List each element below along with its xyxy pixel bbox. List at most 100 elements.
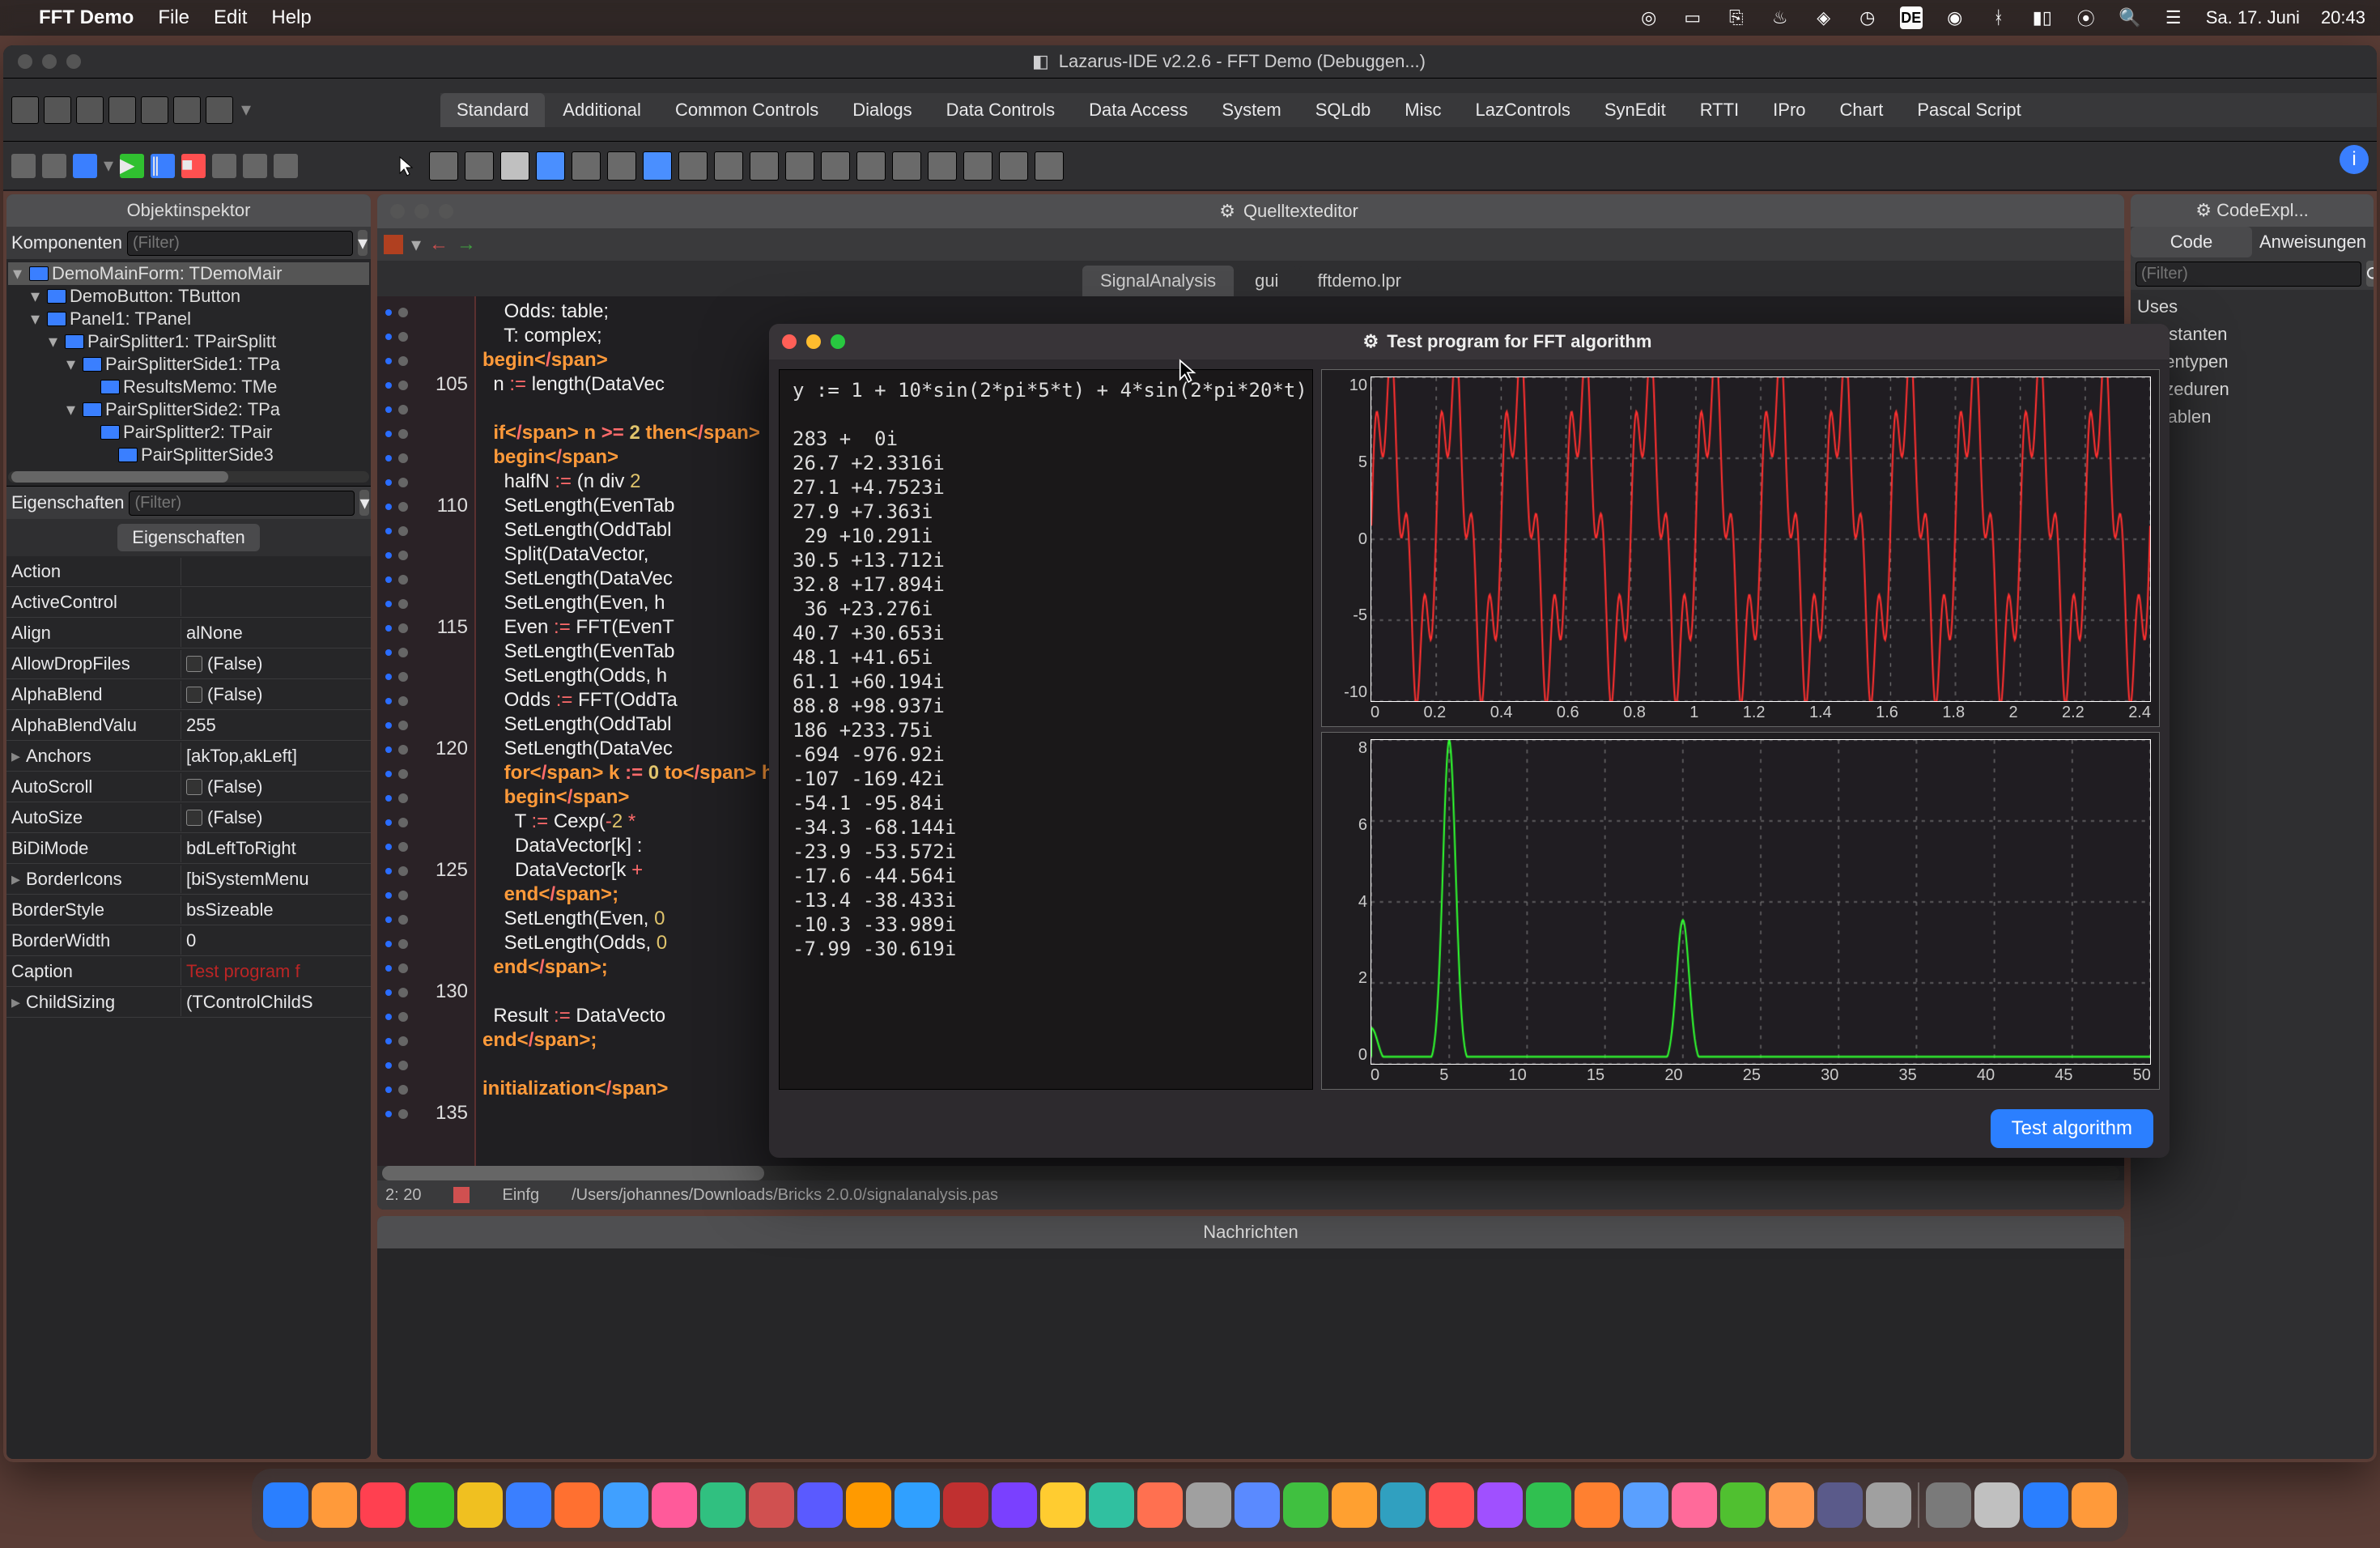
dock-app-icon[interactable] <box>603 1482 648 1528</box>
dock-app-icon[interactable] <box>457 1482 503 1528</box>
stepinto-icon[interactable] <box>243 154 267 178</box>
dock-app-icon[interactable] <box>895 1482 940 1528</box>
dock-app-icon[interactable] <box>409 1482 454 1528</box>
menu-edit[interactable]: Edit <box>214 6 247 29</box>
dock-app-icon[interactable] <box>1672 1482 1717 1528</box>
tmemo-component-icon[interactable] <box>607 151 636 181</box>
component-tab-lazcontrols[interactable]: LazControls <box>1459 93 1586 127</box>
dock-app-icon[interactable] <box>1866 1482 1911 1528</box>
tree-item[interactable]: ▾Panel1: TPanel <box>8 308 369 330</box>
tlabel-component-icon[interactable] <box>536 151 565 181</box>
tcombobox-component-icon[interactable] <box>785 151 814 181</box>
user-icon[interactable]: ◉ <box>1944 6 1966 29</box>
dock-app-icon[interactable] <box>1926 1482 1971 1528</box>
run-icon[interactable]: ▶ <box>120 154 144 178</box>
ttogglebox-component-icon[interactable] <box>643 151 672 181</box>
tcheckbox-component-icon[interactable] <box>678 151 708 181</box>
property-row[interactable]: AlignalNone <box>6 618 371 649</box>
tradiogroup-component-icon[interactable] <box>892 151 921 181</box>
filter-button-icon[interactable]: ▾ <box>359 490 369 516</box>
component-tab-rtti[interactable]: RTTI <box>1684 93 1755 127</box>
saveall-icon[interactable] <box>108 96 136 124</box>
component-tab-misc[interactable]: Misc <box>1388 93 1457 127</box>
refresh-icon[interactable]: ⟳ <box>2366 261 2374 287</box>
view-units-icon[interactable] <box>11 154 36 178</box>
ide-titlebar[interactable]: ◧ Lazarus-IDE v2.2.6 - FFT Demo (Debugge… <box>3 45 2377 78</box>
dock-app-icon[interactable] <box>1429 1482 1474 1528</box>
close-icon[interactable] <box>390 204 405 219</box>
object-inspector-title[interactable]: Objektinspektor <box>6 194 371 227</box>
dock-app-icon[interactable] <box>992 1482 1037 1528</box>
dock-app-icon[interactable] <box>1380 1482 1426 1528</box>
wifi-icon[interactable]: ⦿ <box>2075 6 2097 29</box>
tree-item[interactable]: ▾DemoMainForm: TDemoMair <box>8 262 369 285</box>
properties-filter-input[interactable] <box>129 491 355 516</box>
tree-item[interactable]: PairSplitterSide3 <box>8 444 369 466</box>
nav-back-icon[interactable]: ← <box>429 233 448 256</box>
view-units-icon[interactable] <box>206 96 233 124</box>
property-row[interactable]: ActiveControl <box>6 587 371 618</box>
macos-dock[interactable] <box>252 1469 2128 1542</box>
horizontal-scrollbar[interactable] <box>382 1166 2119 1180</box>
tradiobutton-component-icon[interactable] <box>714 151 743 181</box>
dock-app-icon[interactable] <box>1575 1482 1620 1528</box>
component-tab-data-controls[interactable]: Data Controls <box>930 93 1072 127</box>
property-row[interactable]: AutoScroll(False) <box>6 772 371 802</box>
battery-icon[interactable]: ▮▯ <box>2031 6 2054 29</box>
codeexp-item[interactable]: Prozeduren <box>2137 376 2367 403</box>
component-tab-synedit[interactable]: SynEdit <box>1588 93 1682 127</box>
dock-app-icon[interactable] <box>263 1482 308 1528</box>
dock-app-icon[interactable] <box>1720 1482 1766 1528</box>
component-tab-ipro[interactable]: IPro <box>1757 93 1821 127</box>
stop-icon[interactable]: ■ <box>181 154 206 178</box>
dock-app-icon[interactable] <box>360 1482 406 1528</box>
dock-app-icon[interactable] <box>797 1482 843 1528</box>
time-domain-plot[interactable]: 1050-5-10 00.20.40.60.811.21.41.61.822.2… <box>1321 369 2160 727</box>
dropbox-icon[interactable]: ◈ <box>1813 6 1835 29</box>
property-row[interactable]: AlphaBlend(False) <box>6 679 371 710</box>
dock-app-icon[interactable] <box>1477 1482 1523 1528</box>
dock-app-icon[interactable] <box>1283 1482 1328 1528</box>
language-indicator[interactable]: DE <box>1900 6 1923 29</box>
property-row[interactable]: ▸BorderIcons[biSystemMenu <box>6 864 371 895</box>
property-grid[interactable]: ActionActiveControlAlignalNoneAllowDropF… <box>6 556 371 1459</box>
components-filter-input[interactable] <box>127 231 353 256</box>
menubar-date[interactable]: Sa. 17. Juni <box>2206 7 2300 28</box>
dock-app-icon[interactable] <box>1040 1482 1086 1528</box>
toolbar-dropdown-icon[interactable]: ▾ <box>241 98 251 121</box>
dock-app-icon[interactable] <box>846 1482 891 1528</box>
dock-app-icon[interactable] <box>1089 1482 1134 1528</box>
dock-app-icon[interactable] <box>2072 1482 2117 1528</box>
dock-app-icon[interactable] <box>555 1482 600 1528</box>
app-minimize-button[interactable] <box>806 334 821 349</box>
tlistbox-component-icon[interactable] <box>750 151 779 181</box>
tcheckgroup-component-icon[interactable] <box>928 151 957 181</box>
unit-icon[interactable] <box>384 235 403 254</box>
test-algorithm-button[interactable]: Test algorithm <box>1991 1109 2153 1148</box>
dock-app-icon[interactable] <box>312 1482 357 1528</box>
component-tab-additional[interactable]: Additional <box>546 93 657 127</box>
results-memo[interactable]: y := 1 + 10*sin(2*pi*5*t) + 4*sin(2*pi*2… <box>779 369 1313 1090</box>
dock-app-icon[interactable] <box>1769 1482 1814 1528</box>
tedit-component-icon[interactable] <box>572 151 601 181</box>
tgroupbox-component-icon[interactable] <box>856 151 886 181</box>
codeexp-item[interactable]: Datentypen <box>2137 348 2367 376</box>
codeexp-tab-anweisungen[interactable]: Anweisungen <box>2252 227 2374 257</box>
view-forms-icon[interactable] <box>42 154 66 178</box>
dock-app-icon[interactable] <box>943 1482 988 1528</box>
component-tab-standard[interactable]: Standard <box>440 93 545 127</box>
messages-body[interactable] <box>377 1248 2124 1459</box>
dock-app-icon[interactable] <box>506 1482 551 1528</box>
code-explorer-filter-input[interactable] <box>2136 262 2361 287</box>
dock-app-icon[interactable] <box>749 1482 794 1528</box>
minimize-button[interactable] <box>42 54 57 69</box>
component-tab-pascal-script[interactable]: Pascal Script <box>1901 93 2037 127</box>
property-row[interactable]: AutoSize(False) <box>6 802 371 833</box>
dock-app-icon[interactable] <box>2023 1482 2068 1528</box>
component-tab-sqldb[interactable]: SQLdb <box>1299 93 1388 127</box>
dock-app-icon[interactable] <box>1526 1482 1571 1528</box>
palette-info-icon[interactable]: i <box>2340 145 2369 174</box>
tscrollbar-component-icon[interactable] <box>821 151 850 181</box>
properties-tab[interactable]: Eigenschaften <box>117 524 259 551</box>
pause-icon[interactable]: ∥ <box>151 154 175 178</box>
